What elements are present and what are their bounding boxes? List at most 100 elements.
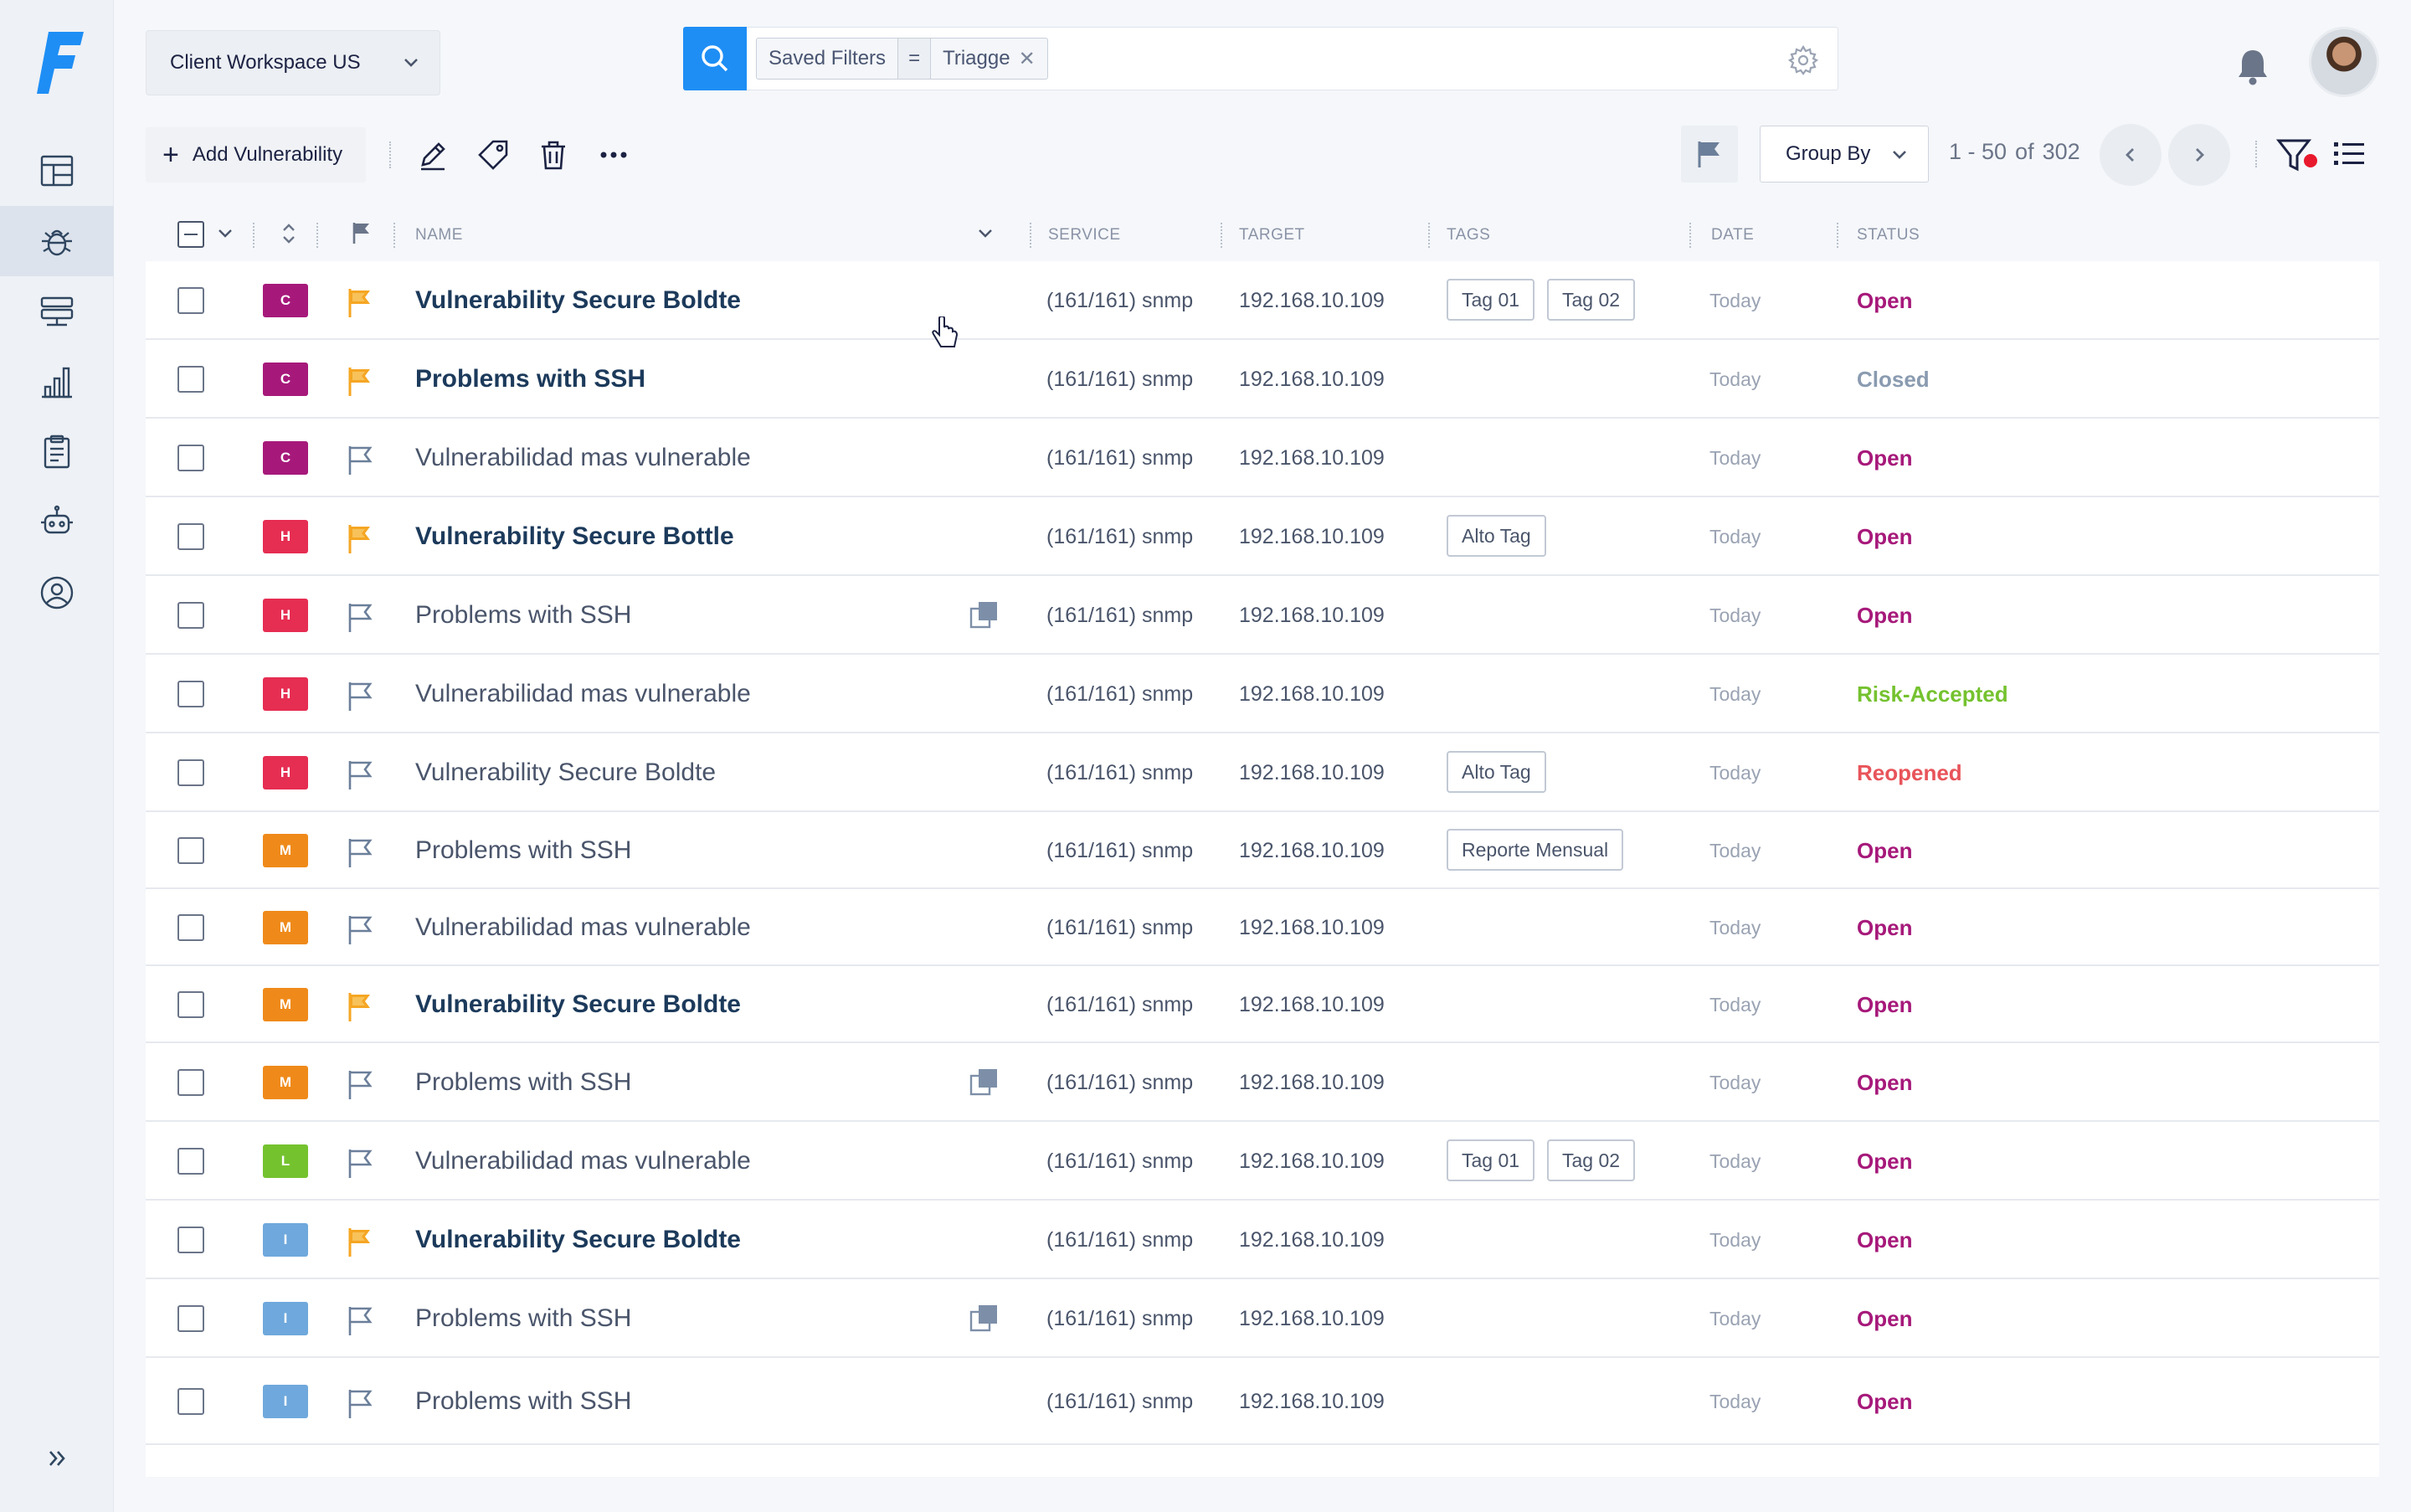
nav-dashboard[interactable] xyxy=(0,136,114,206)
status-cell[interactable]: Open xyxy=(1857,915,1912,941)
delete-button[interactable] xyxy=(535,136,572,173)
row-checkbox[interactable] xyxy=(177,759,204,786)
row-checkbox[interactable] xyxy=(177,914,204,941)
table-row[interactable]: M Problems with SSH (161/161) snmp 192.168.… xyxy=(146,1043,2379,1122)
status-cell[interactable]: Open xyxy=(1857,1070,1912,1096)
vulnerability-name[interactable]: Vulnerability Secure Boldte xyxy=(415,286,741,315)
search-button[interactable] xyxy=(683,27,747,90)
table-row[interactable]: C Vulnerabilidad mas vulnerable (161/161) … xyxy=(146,419,2379,497)
next-page-button[interactable] xyxy=(2168,124,2230,186)
tag-chip[interactable]: Alto Tag xyxy=(1447,751,1546,793)
flag-active-icon[interactable] xyxy=(343,285,377,319)
row-checkbox[interactable] xyxy=(177,681,204,707)
row-checkbox[interactable] xyxy=(177,1069,204,1096)
flag-active-icon[interactable] xyxy=(343,990,377,1023)
chevron-down-icon[interactable] xyxy=(976,224,995,243)
status-cell[interactable]: Open xyxy=(1857,603,1912,629)
status-cell[interactable]: Open xyxy=(1857,992,1912,1018)
column-header-date[interactable]: DATE xyxy=(1711,226,1754,244)
vulnerability-name[interactable]: Vulnerability Secure Boldte xyxy=(415,990,741,1019)
row-checkbox[interactable] xyxy=(177,602,204,629)
row-checkbox[interactable] xyxy=(177,837,204,864)
status-cell[interactable]: Open xyxy=(1857,524,1912,550)
table-row[interactable]: H Problems with SSH (161/161) snmp 192.168.… xyxy=(146,576,2379,655)
tag-chip[interactable]: Alto Tag xyxy=(1447,515,1546,557)
vulnerability-name[interactable]: Vulnerabilidad mas vulnerable xyxy=(415,1147,751,1175)
prev-page-button[interactable] xyxy=(2100,124,2162,186)
duplicate-icon[interactable] xyxy=(968,1066,1001,1099)
nav-users[interactable] xyxy=(0,558,114,628)
select-all-checkbox[interactable] xyxy=(177,221,204,248)
table-row[interactable]: I Problems with SSH (161/161) snmp 192.168.… xyxy=(146,1279,2379,1358)
close-icon[interactable]: ✕ xyxy=(1019,47,1036,71)
tag-chip[interactable]: Tag 02 xyxy=(1547,1139,1636,1181)
row-checkbox[interactable] xyxy=(177,287,204,314)
filter-chip[interactable]: Saved Filters = Triagge ✕ xyxy=(756,38,1048,80)
sort-icon[interactable] xyxy=(276,221,301,246)
vulnerability-name[interactable]: Vulnerabilidad mas vulnerable xyxy=(415,680,751,708)
vulnerability-name[interactable]: Vulnerabilidad mas vulnerable xyxy=(415,444,751,472)
row-checkbox[interactable] xyxy=(177,523,204,550)
more-button[interactable] xyxy=(595,136,632,173)
flag-icon[interactable] xyxy=(343,913,377,946)
vulnerability-name[interactable]: Problems with SSH xyxy=(415,365,645,393)
status-cell[interactable]: Closed xyxy=(1857,367,1930,393)
table-row[interactable]: M Vulnerability Secure Boldte (161/161) sn… xyxy=(146,966,2379,1043)
flag-column-icon[interactable] xyxy=(350,221,373,244)
status-cell[interactable]: Open xyxy=(1857,288,1912,314)
expand-sidebar-icon[interactable] xyxy=(40,1442,74,1475)
flag-icon[interactable] xyxy=(343,836,377,869)
vulnerability-name[interactable]: Problems with SSH xyxy=(415,1068,631,1097)
table-row[interactable]: M Problems with SSH (161/161) snmp 192.168.… xyxy=(146,812,2379,889)
column-header-status[interactable]: STATUS xyxy=(1857,226,1920,244)
list-view-icon[interactable] xyxy=(2332,137,2366,171)
flag-icon[interactable] xyxy=(343,758,377,791)
status-cell[interactable]: Open xyxy=(1857,445,1912,471)
flag-active-icon[interactable] xyxy=(343,1225,377,1258)
gear-icon[interactable] xyxy=(1787,44,1819,76)
vulnerability-name[interactable]: Problems with SSH xyxy=(415,1304,631,1333)
vulnerability-name[interactable]: Problems with SSH xyxy=(415,1387,631,1416)
edit-button[interactable] xyxy=(414,136,451,173)
flag-icon[interactable] xyxy=(343,600,377,634)
search-bar[interactable]: Saved Filters = Triagge ✕ xyxy=(683,27,1838,90)
table-row[interactable]: I Problems with SSH (161/161) snmp 192.168.… xyxy=(146,1358,2379,1445)
flag-icon[interactable] xyxy=(343,443,377,476)
vulnerability-name[interactable]: Vulnerability Secure Bottle xyxy=(415,522,734,551)
tag-chip[interactable]: Tag 01 xyxy=(1447,279,1535,321)
status-cell[interactable]: Risk-Accepted xyxy=(1857,681,2008,707)
table-row[interactable]: I Vulnerability Secure Boldte (161/161) sn… xyxy=(146,1201,2379,1279)
flag-active-icon[interactable] xyxy=(343,364,377,398)
nav-reports[interactable] xyxy=(0,417,114,487)
status-cell[interactable]: Reopened xyxy=(1857,760,1962,786)
column-header-service[interactable]: SERVICE xyxy=(1048,226,1121,244)
duplicate-icon[interactable] xyxy=(968,1302,1001,1335)
table-row[interactable]: H Vulnerabilidad mas vulnerable (161/161) … xyxy=(146,655,2379,733)
table-row[interactable]: L Vulnerabilidad mas vulnerable (161/161) … xyxy=(146,1122,2379,1201)
table-row[interactable]: H Vulnerability Secure Boldte (161/161) sn… xyxy=(146,733,2379,812)
row-checkbox[interactable] xyxy=(177,445,204,471)
flag-icon[interactable] xyxy=(343,1067,377,1101)
add-vulnerability-button[interactable]: + Add Vulnerability xyxy=(146,127,367,183)
avatar[interactable] xyxy=(2309,27,2379,97)
vulnerability-name[interactable]: Vulnerability Secure Boldte xyxy=(415,1226,741,1254)
vulnerability-name[interactable]: Vulnerability Secure Boldte xyxy=(415,759,716,787)
column-header-tags[interactable]: TAGS xyxy=(1447,226,1490,244)
vulnerability-name[interactable]: Problems with SSH xyxy=(415,836,631,865)
row-checkbox[interactable] xyxy=(177,1388,204,1415)
table-row[interactable]: H Vulnerability Secure Bottle (161/161) sn… xyxy=(146,497,2379,576)
vulnerability-name[interactable]: Vulnerabilidad mas vulnerable xyxy=(415,913,751,942)
status-cell[interactable]: Open xyxy=(1857,1227,1912,1253)
status-cell[interactable]: Open xyxy=(1857,838,1912,864)
row-checkbox[interactable] xyxy=(177,991,204,1018)
tag-chip[interactable]: Tag 01 xyxy=(1447,1139,1535,1181)
flag-icon[interactable] xyxy=(343,1304,377,1337)
nav-automation[interactable] xyxy=(0,487,114,558)
table-row[interactable]: M Vulnerabilidad mas vulnerable (161/161) … xyxy=(146,889,2379,966)
flag-icon[interactable] xyxy=(343,1146,377,1180)
flag-icon[interactable] xyxy=(343,1386,377,1420)
group-by-select[interactable]: Group By xyxy=(1760,126,1929,183)
row-checkbox[interactable] xyxy=(177,366,204,393)
status-cell[interactable]: Open xyxy=(1857,1306,1912,1332)
column-header-target[interactable]: TARGET xyxy=(1239,226,1305,244)
